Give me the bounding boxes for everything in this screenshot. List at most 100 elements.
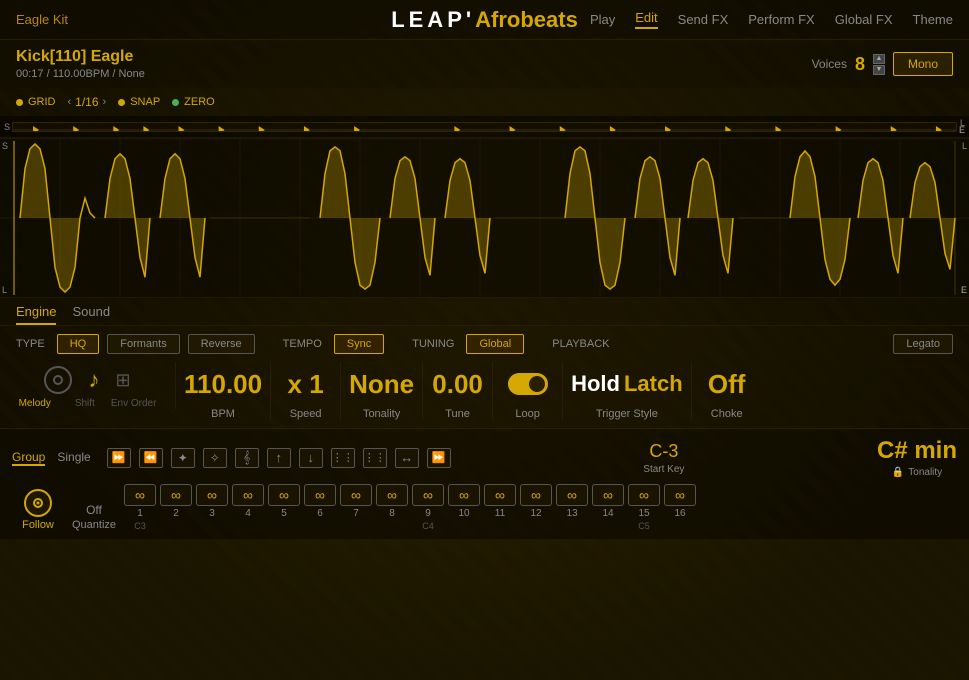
snap-label: SNAP (130, 96, 160, 108)
sequencer-section: Group Single ⏩ ⏪ ✦ ✧ 𝄞 ↑ ↓ ⋮⋮ ⋮⋮ ↔ ⏩ (0, 428, 969, 539)
reverse-button[interactable]: Reverse (188, 334, 255, 354)
type-row: TYPE HQ Formants Reverse TEMPO Sync TUNI… (16, 334, 953, 354)
grid-icon[interactable]: ⊞ (115, 370, 130, 391)
step-loop-9[interactable]: ∞ (412, 484, 444, 506)
formants-button[interactable]: Formants (107, 334, 179, 354)
step-loop-6[interactable]: ∞ (304, 484, 336, 506)
tool-backward[interactable]: ⏪ (139, 448, 163, 468)
trigger-latch[interactable]: Latch (624, 371, 683, 397)
tool-forward2[interactable]: ⏩ (427, 448, 451, 468)
quantize-area: Off Quantize (68, 503, 120, 531)
step-loop-11[interactable]: ∞ (484, 484, 516, 506)
loop-toggle[interactable] (508, 373, 548, 395)
global-button[interactable]: Global (466, 334, 524, 354)
follow-icon[interactable] (24, 489, 52, 517)
nav-global-fx[interactable]: Global FX (835, 12, 893, 27)
melody-icon[interactable]: ♪ (88, 367, 99, 393)
shift-label: Shift (75, 398, 95, 409)
snap-label-group: SNAP (118, 96, 160, 108)
zero-label: ZERO (184, 96, 215, 108)
zero-label-group: ZERO (172, 96, 215, 108)
choke-group: Off Choke (692, 362, 762, 420)
tool-forward[interactable]: ⏩ (107, 448, 131, 468)
speed-group: x 1 Speed (271, 362, 341, 420)
timeline-e: E (959, 125, 965, 135)
waveform-e: E (961, 285, 967, 295)
instrument-header: Kick[110] Eagle 00:17 / 110.00BPM / None… (0, 40, 969, 88)
step-loop-12[interactable]: ∞ (520, 484, 552, 506)
step-1: ∞ 1 C3 (124, 484, 156, 531)
app-container: Eagle Kit LEAP ' Afrobeats Play Edit Sen… (0, 0, 969, 680)
step-3: ∞ 3 (196, 484, 228, 531)
nav-edit[interactable]: Edit (635, 10, 657, 29)
tool-down[interactable]: ↓ (299, 448, 323, 468)
step-loop-10[interactable]: ∞ (448, 484, 480, 506)
tool-pattern2[interactable]: ✧ (203, 448, 227, 468)
step-loop-13[interactable]: ∞ (556, 484, 588, 506)
step-loop-2[interactable]: ∞ (160, 484, 192, 506)
step-loop-14[interactable]: ∞ (592, 484, 624, 506)
speed-value: x 1 (288, 371, 324, 397)
nav-perform-fx[interactable]: Perform FX (748, 12, 814, 27)
timeline-bar: S (0, 116, 969, 138)
tuning-label: TUNING (412, 338, 454, 350)
playback-label: PLAYBACK (552, 338, 609, 350)
tab-sound[interactable]: Sound (72, 304, 110, 325)
waveform-display[interactable]: S L L E (0, 138, 969, 298)
grid-nav: ‹ 1/16 › (68, 95, 107, 109)
waveform-l: L (962, 141, 967, 151)
waveform-s: S (2, 141, 8, 151)
nav-send-fx[interactable]: Send FX (678, 12, 729, 27)
hq-button[interactable]: HQ (57, 334, 100, 354)
bpm-group: 110.00 BPM (176, 362, 271, 420)
seq-top-row: Group Single ⏩ ⏪ ✦ ✧ 𝄞 ↑ ↓ ⋮⋮ ⋮⋮ ↔ ⏩ (12, 437, 957, 478)
tool-bars2[interactable]: ⋮⋮ (363, 448, 387, 468)
seq-tonality-value: C# min (877, 437, 957, 465)
step-loop-3[interactable]: ∞ (196, 484, 228, 506)
grid-label-group: GRID (16, 96, 56, 108)
legato-button[interactable]: Legato (893, 334, 953, 354)
nav-links: Play Edit Send FX Perform FX Global FX T… (590, 10, 953, 29)
step-loop-15[interactable]: ∞ (628, 484, 660, 506)
timeline-track[interactable] (12, 122, 957, 132)
step-loop-4[interactable]: ∞ (232, 484, 264, 506)
tool-bars1[interactable]: ⋮⋮ (331, 448, 355, 468)
tune-label: Tune (445, 408, 470, 420)
step-loop-8[interactable]: ∞ (376, 484, 408, 506)
trigger-group: Hold Latch Trigger Style (563, 362, 692, 420)
choke-value: Off (708, 371, 746, 397)
step-loop-7[interactable]: ∞ (340, 484, 372, 506)
icon-labels: Melody Shift Env Order (19, 398, 157, 409)
tool-pattern1[interactable]: ✦ (171, 448, 195, 468)
sync-button[interactable]: Sync (334, 334, 384, 354)
step-2: ∞ 2 (160, 484, 192, 531)
seq-left: Group Single ⏩ ⏪ ✦ ✧ 𝄞 ↑ ↓ ⋮⋮ ⋮⋮ ↔ ⏩ (12, 448, 451, 468)
grid-next[interactable]: › (103, 96, 107, 108)
trigger-hold[interactable]: Hold (571, 371, 620, 397)
tab-engine[interactable]: Engine (16, 304, 56, 325)
record-icon[interactable] (44, 366, 72, 394)
tonality-label: Tonality (363, 408, 400, 420)
single-tab[interactable]: Single (57, 450, 90, 466)
group-tab[interactable]: Group (12, 450, 45, 466)
tool-up[interactable]: ↑ (267, 448, 291, 468)
voices-value: 8 (855, 54, 865, 75)
step-loop-5[interactable]: ∞ (268, 484, 300, 506)
step-8: ∞ 8 (376, 484, 408, 531)
melody-label: Melody (19, 398, 51, 409)
voices-down[interactable]: ▼ (873, 65, 885, 75)
nav-theme[interactable]: Theme (913, 12, 953, 27)
instrument-info: Kick[110] Eagle 00:17 / 110.00BPM / None (16, 48, 145, 80)
step-loop-16[interactable]: ∞ (664, 484, 696, 506)
env-order-label: Env Order (111, 398, 157, 409)
nav-play[interactable]: Play (590, 12, 615, 27)
step-loop-1[interactable]: ∞ (124, 484, 156, 506)
voices-up[interactable]: ▲ (873, 54, 885, 64)
grid-prev[interactable]: ‹ (68, 96, 72, 108)
tool-swap[interactable]: ↔ (395, 448, 419, 468)
tool-notes[interactable]: 𝄞 (235, 448, 259, 468)
step-14: ∞ 14 (592, 484, 624, 531)
follow-area: Follow (12, 489, 64, 531)
mono-button[interactable]: Mono (893, 52, 953, 76)
step-13: ∞ 13 (556, 484, 588, 531)
